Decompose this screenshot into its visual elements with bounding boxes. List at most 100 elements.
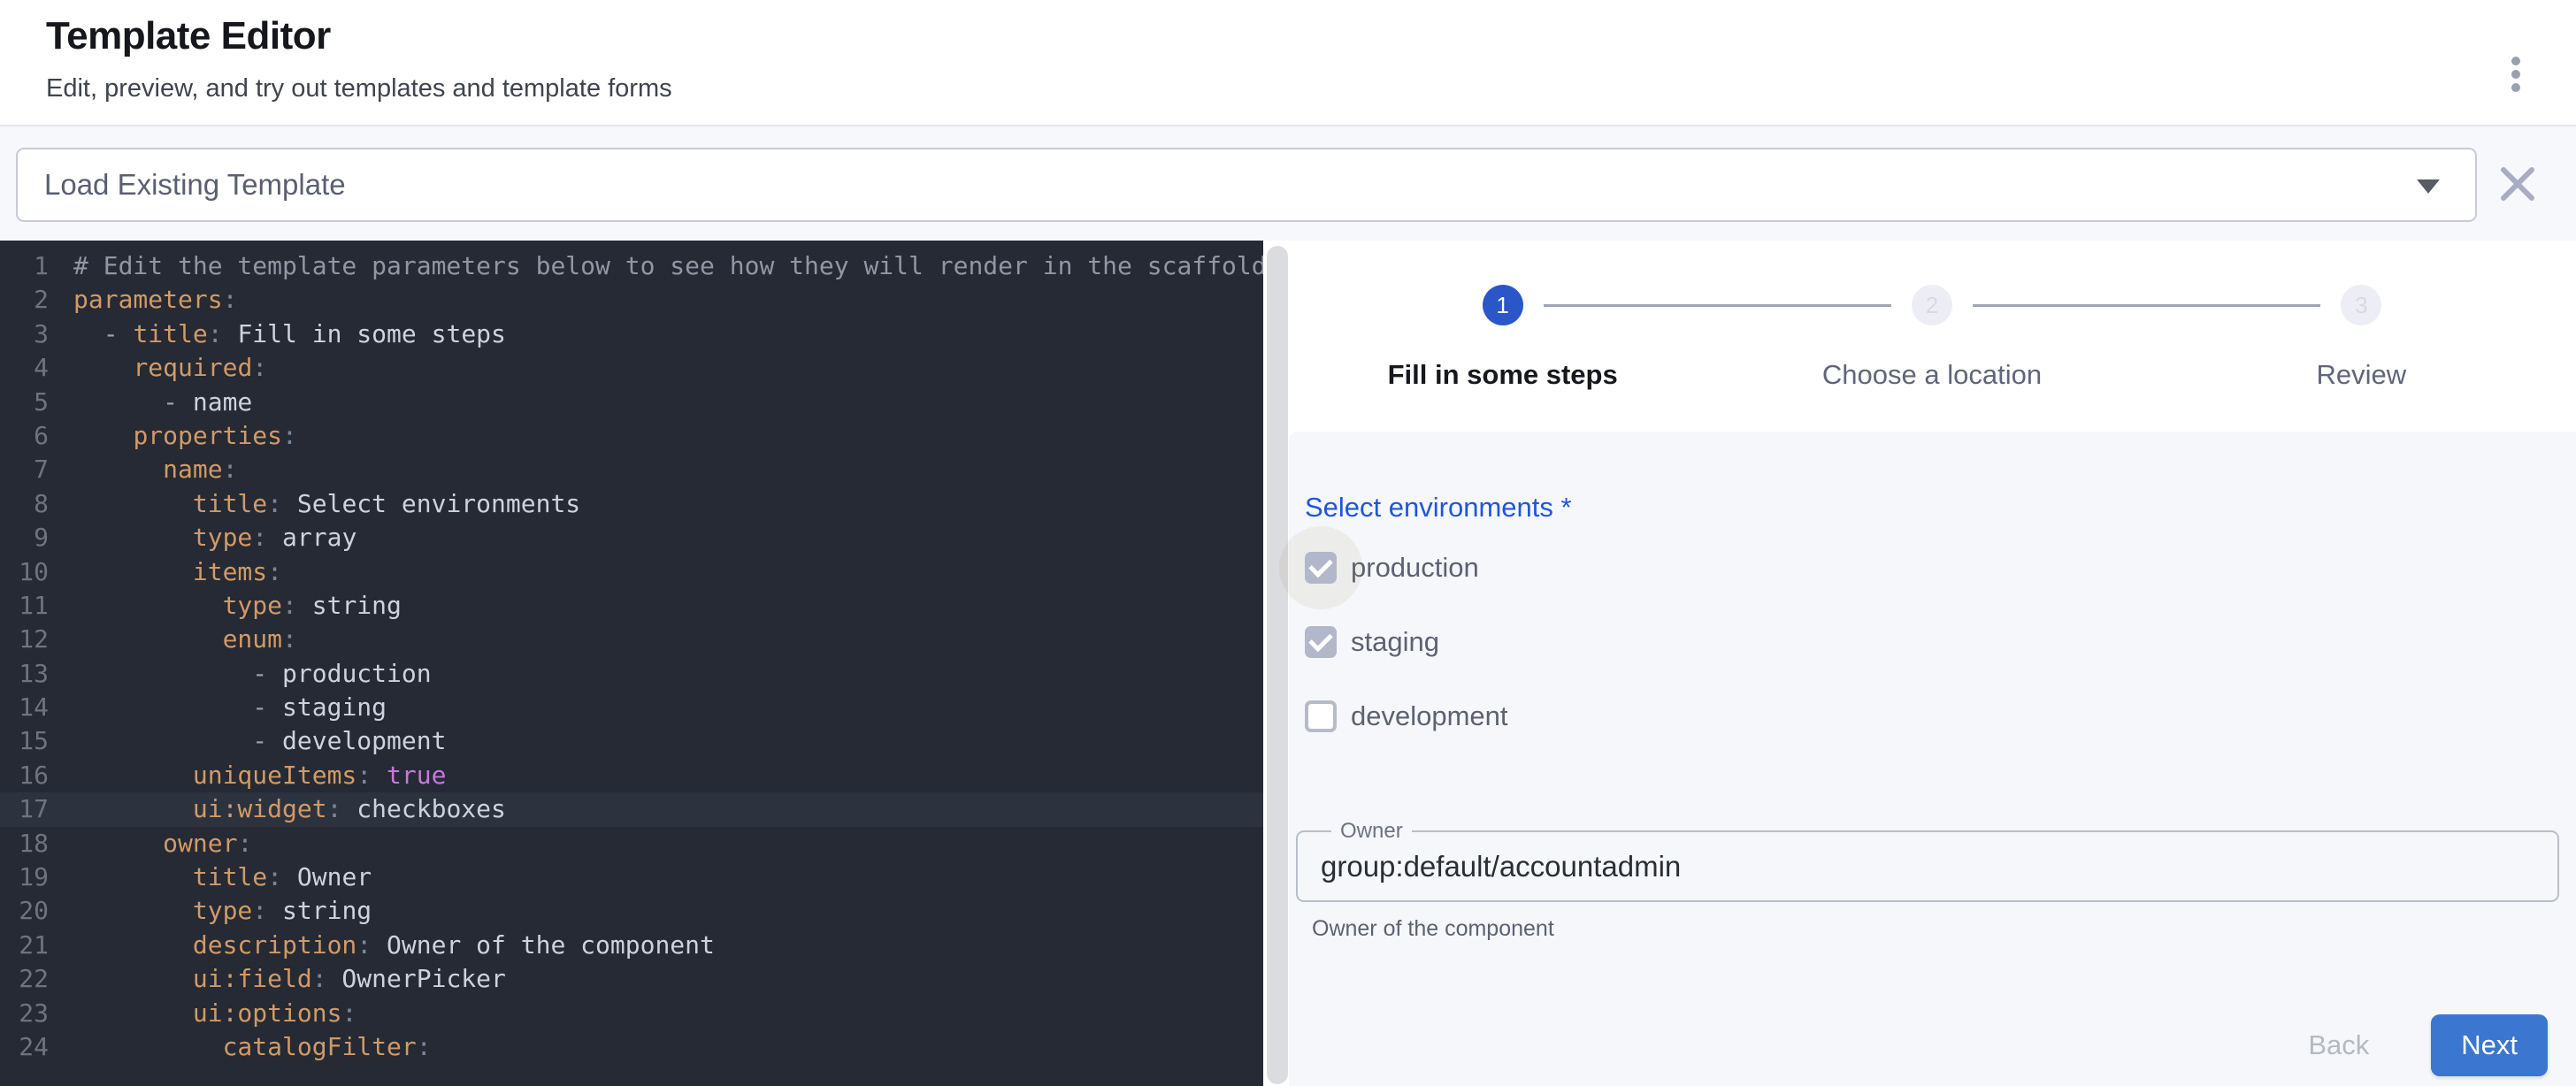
step-3: 3Review xyxy=(2147,241,2576,432)
code-line: 5 - name xyxy=(0,386,1263,419)
step-2: 2 Choose a location xyxy=(1717,241,2146,432)
owner-input-field[interactable]: Owner group:default/accountadmin xyxy=(1296,819,2559,902)
code-line: 15 - development xyxy=(0,724,1263,758)
line-number: 7 xyxy=(0,453,49,486)
code-text: - production xyxy=(49,657,432,691)
step-2-icon: 2 xyxy=(1912,285,1952,325)
code-text: ui:options: xyxy=(49,997,356,1030)
code-text: - name xyxy=(49,386,252,419)
main-split: 1# Edit the template parameters below to… xyxy=(0,241,2576,1086)
code-text: enum: xyxy=(49,623,297,656)
environments-checkbox-group: production staging development xyxy=(1305,531,2576,753)
line-number: 14 xyxy=(0,691,49,724)
code-text: type: array xyxy=(49,521,356,554)
code-text: description: Owner of the component xyxy=(49,929,715,962)
checkbox-option-staging[interactable]: staging xyxy=(1305,605,2576,679)
code-text: owner: xyxy=(49,827,252,860)
close-button[interactable] xyxy=(2495,161,2541,207)
code-line: 20 type: string xyxy=(0,894,1263,928)
owner-field-value: group:default/accountadmin xyxy=(1321,849,2557,884)
code-text: ui:field: OwnerPicker xyxy=(49,962,506,996)
code-line: 14 - staging xyxy=(0,691,1263,724)
code-text: title: Select environments xyxy=(49,487,580,521)
step-connector xyxy=(1973,304,2320,307)
code-line: 17 ui:widget: checkboxes xyxy=(0,792,1263,826)
line-number: 12 xyxy=(0,623,49,656)
page-subtitle: Edit, preview, and try out templates and… xyxy=(46,74,672,103)
code-line: 18 owner: xyxy=(0,827,1263,860)
checkbox-unchecked-icon xyxy=(1305,700,1337,732)
code-line: 7 name: xyxy=(0,453,1263,486)
checkbox-option-development[interactable]: development xyxy=(1305,679,2576,753)
line-number: 10 xyxy=(0,555,49,589)
code-text: type: string xyxy=(49,589,402,623)
step-connector xyxy=(1544,304,1891,307)
kebab-dot xyxy=(2511,57,2520,65)
page-title: Template Editor xyxy=(46,14,331,58)
code-text: uniqueItems: true xyxy=(49,759,446,792)
step-1: 1Fill in some steps xyxy=(1288,241,1717,432)
owner-helper-text: Owner of the component xyxy=(1312,916,2576,942)
wizard-footer: Back Next xyxy=(2290,1014,2548,1076)
more-options-button[interactable] xyxy=(2498,48,2534,101)
line-number: 16 xyxy=(0,759,49,792)
next-button[interactable]: Next xyxy=(2431,1014,2548,1076)
load-select-value: Load Existing Template xyxy=(44,168,346,202)
code-text: ui:widget: checkboxes xyxy=(49,792,506,826)
back-button[interactable]: Back xyxy=(2290,1014,2387,1076)
code-text: - development xyxy=(49,724,446,758)
environments-label-text: Select environments xyxy=(1305,492,1553,523)
kebab-dot xyxy=(2511,83,2520,92)
load-existing-template-select[interactable]: Load Existing Template xyxy=(16,148,2477,222)
line-number: 18 xyxy=(0,827,49,860)
required-marker: * xyxy=(1561,492,1572,523)
step-3-icon: 3 xyxy=(2341,285,2381,325)
load-template-toolbar: Load Existing Template xyxy=(0,126,2576,241)
line-number: 17 xyxy=(0,792,49,826)
yaml-code-editor[interactable]: 1# Edit the template parameters below to… xyxy=(0,241,1263,1086)
line-number: 3 xyxy=(0,317,49,351)
code-line: 24 catalogFilter: xyxy=(0,1030,1263,1064)
owner-field-label: Owner xyxy=(1331,819,1412,844)
template-form-preview: 1Fill in some steps 2 Choose a location 3Re… xyxy=(1288,241,2576,1086)
line-number: 19 xyxy=(0,860,49,894)
step-2-label: Choose a location xyxy=(1822,359,2042,391)
code-line: 13 - production xyxy=(0,657,1263,691)
checkbox-checked-icon xyxy=(1305,626,1337,658)
page-header: Template Editor Edit, preview, and try o… xyxy=(0,0,2576,126)
line-number: 20 xyxy=(0,894,49,928)
code-line: 4 required: xyxy=(0,351,1263,385)
line-number: 21 xyxy=(0,929,49,962)
close-icon xyxy=(2495,161,2541,207)
split-drag-handle[interactable] xyxy=(1267,246,1288,1084)
line-number: 2 xyxy=(0,283,49,317)
code-line: 8 title: Select environments xyxy=(0,487,1263,521)
code-line: 10 items: xyxy=(0,555,1263,589)
line-number: 11 xyxy=(0,589,49,623)
checkbox-label: production xyxy=(1351,552,1479,584)
code-line: 9 type: array xyxy=(0,521,1263,554)
chevron-down-icon xyxy=(2417,180,2440,194)
line-number: 24 xyxy=(0,1030,49,1064)
code-line: 1# Edit the template parameters below to… xyxy=(0,249,1263,283)
checkbox-label: staging xyxy=(1351,626,1439,658)
line-number: 1 xyxy=(0,249,49,283)
code-text: properties: xyxy=(49,419,297,453)
code-text: - title: Fill in some steps xyxy=(49,317,506,351)
code-text: name: xyxy=(49,453,237,486)
checkbox-ripple-area xyxy=(1305,626,1337,658)
code-line: 22 ui:field: OwnerPicker xyxy=(0,962,1263,996)
checkbox-ripple-area xyxy=(1305,700,1337,732)
checkbox-ripple-area xyxy=(1305,552,1337,584)
line-number: 5 xyxy=(0,386,49,419)
line-number: 15 xyxy=(0,724,49,758)
code-text: title: Owner xyxy=(49,860,372,894)
environments-field-label: Select environments * xyxy=(1305,492,2576,524)
checkbox-option-production[interactable]: production xyxy=(1305,531,2576,605)
line-number: 4 xyxy=(0,351,49,385)
code-line: 16 uniqueItems: true xyxy=(0,759,1263,792)
code-line: 23 ui:options: xyxy=(0,997,1263,1030)
code-text: type: string xyxy=(49,894,372,928)
line-number: 6 xyxy=(0,419,49,453)
code-text: - staging xyxy=(49,691,387,724)
